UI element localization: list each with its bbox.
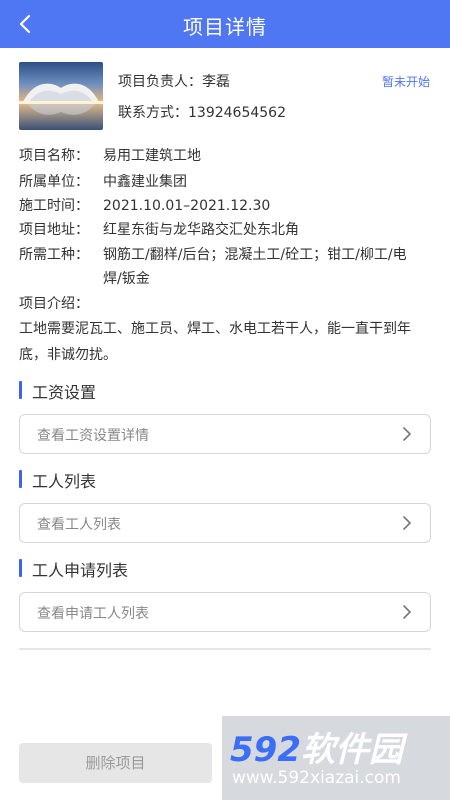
project-name: 易用工建筑工地 (103, 148, 201, 164)
info-label: 所需工种： (19, 247, 89, 263)
section-accent-bar (19, 381, 22, 399)
section-accent-bar (19, 559, 22, 577)
project-image (19, 62, 103, 130)
project-intro: 工地需要泥瓦工、施工员、焊工、水电工若干人，能一直干到年底，非诚勿扰。 (19, 321, 411, 363)
info-row-unit: 所属单位： 中鑫建业集团 (19, 170, 434, 194)
info-label: 项目名称： (19, 148, 89, 164)
link-label: 查看工资设置详情 (37, 428, 149, 444)
info-row-intro: 项目介绍： (19, 292, 434, 316)
top-app-bar: 项目详情 (0, 0, 450, 48)
link-label: 查看申请工人列表 (37, 606, 149, 622)
project-address: 红星东街与龙华路交汇处东北角 (103, 222, 299, 238)
project-unit: 中鑫建业集团 (103, 174, 187, 190)
info-label: 所属单位： (19, 174, 89, 190)
salary-settings-link[interactable]: 查看工资设置详情 (19, 414, 431, 454)
watermark: 592软件园 www.592xiazai.com (222, 716, 450, 800)
info-label: 项目介绍： (19, 296, 89, 312)
section-accent-bar (19, 470, 22, 488)
applications-list-link[interactable]: 查看申请工人列表 (19, 592, 431, 632)
divider (19, 648, 431, 650)
status-badge: 暂未开始 (381, 75, 430, 89)
chevron-right-icon (403, 427, 411, 441)
info-label: 项目地址： (19, 222, 89, 238)
chevron-right-icon (403, 516, 411, 530)
info-row-name: 项目名称： 易用工建筑工地 (19, 144, 434, 168)
project-contact: 联系方式：13924654562 (118, 105, 286, 121)
info-row-address: 项目地址： 红星东街与龙华路交汇处东北角 (19, 218, 434, 242)
page-title: 项目详情 (183, 15, 267, 39)
info-label: 施工时间： (19, 198, 89, 214)
link-label: 查看工人列表 (37, 517, 121, 533)
delete-project-button[interactable]: 删除项目 (19, 743, 212, 783)
info-row-trades: 所需工种： 钢筋工/翻样/后台；混凝土工/砼工；钳工/柳工/电焊/钣金 (19, 243, 434, 291)
watermark-url: www.592xiazai.com (232, 768, 401, 788)
section-title-text: 工人申请列表 (32, 561, 129, 580)
chevron-right-icon (403, 605, 411, 619)
info-row-time: 施工时间： 2021.10.01–2021.12.30 (19, 194, 434, 218)
project-trades: 钢筋工/翻样/后台；混凝土工/砼工；钳工/柳工/电焊/钣金 (103, 247, 407, 287)
project-time: 2021.10.01–2021.12.30 (103, 198, 271, 214)
project-leader: 项目负责人：李磊 (118, 74, 230, 90)
watermark-logo: 592软件园 (230, 730, 403, 770)
section-title-text: 工人列表 (32, 472, 97, 491)
workers-list-link[interactable]: 查看工人列表 (19, 503, 431, 543)
section-title-text: 工资设置 (32, 383, 97, 402)
